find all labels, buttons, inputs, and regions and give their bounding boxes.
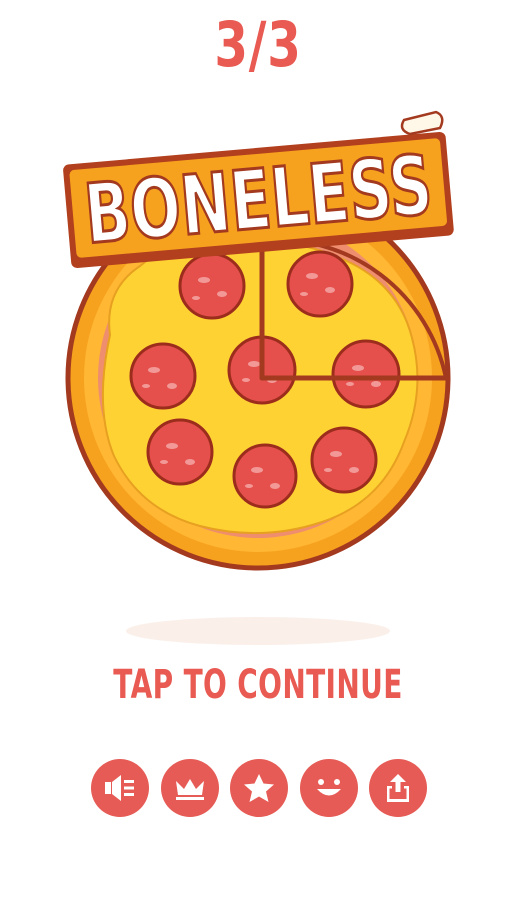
more-games-button[interactable] [299, 759, 358, 817]
smiley-icon [316, 779, 341, 796]
no-ads-button[interactable] [160, 759, 219, 817]
rate-button[interactable] [230, 759, 288, 817]
bottom-toolbar [91, 759, 427, 817]
pizza-shadow [126, 617, 390, 645]
share-icon [387, 774, 409, 802]
sound-button[interactable] [91, 759, 149, 817]
puzzle-scene[interactable]: BONELESS [0, 90, 516, 590]
bone-icon [400, 110, 444, 136]
share-button[interactable] [369, 759, 427, 817]
star-icon [244, 774, 274, 802]
speaker-icon [105, 775, 134, 801]
level-counter: 3/3 [214, 8, 302, 81]
crown-icon [175, 779, 204, 800]
tap-to-continue-prompt[interactable]: TAP TO CONTINUE [77, 662, 438, 708]
pizza-illustration[interactable]: BONELESS [0, 90, 516, 590]
